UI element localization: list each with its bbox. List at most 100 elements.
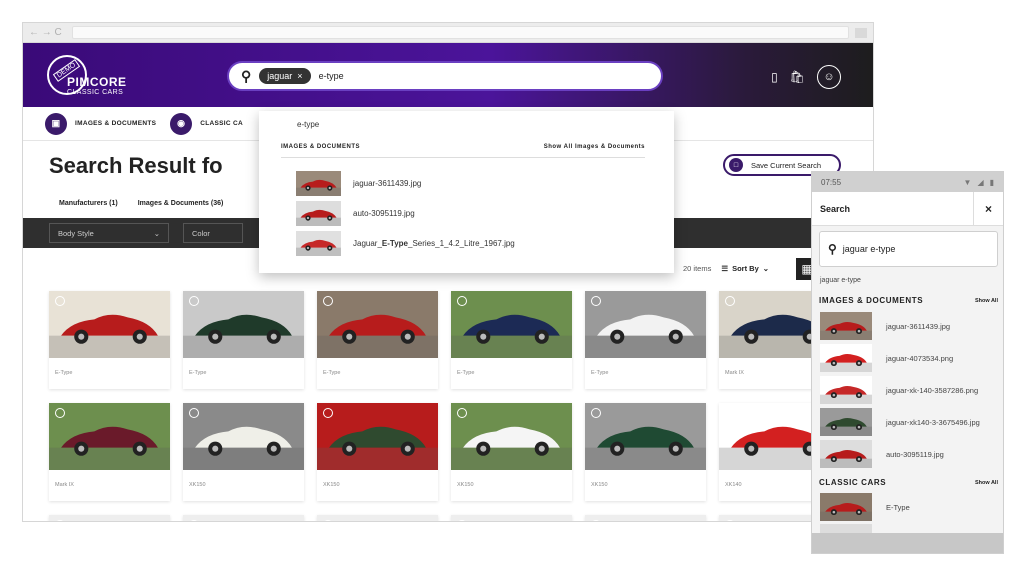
show-all-images-link[interactable]: Show All Images & Documents xyxy=(544,144,645,150)
mobile-result-item[interactable]: E-Type xyxy=(820,493,910,521)
search-chip-label: jaguar xyxy=(267,71,293,81)
select-checkbox[interactable] xyxy=(55,408,65,418)
select-checkbox[interactable] xyxy=(457,296,467,306)
body-style-select[interactable]: Body Style ⌄ xyxy=(49,223,169,243)
pimcore-logo[interactable]: DEMO PIMCORE CLASSIC CARS xyxy=(47,55,126,96)
close-icon[interactable]: × xyxy=(973,191,1003,226)
user-icon[interactable]: ☺ xyxy=(817,65,841,89)
mobile-result-item[interactable]: jaguar-3611439.jpg xyxy=(820,312,950,340)
result-thumbnail xyxy=(296,231,341,256)
result-card-image xyxy=(585,515,706,521)
compare-icon[interactable]: ▯ xyxy=(771,70,778,84)
result-card[interactable] xyxy=(451,515,572,521)
result-card[interactable] xyxy=(49,515,170,521)
result-card[interactable]: E-Type xyxy=(451,291,572,389)
filter-label: Color xyxy=(192,228,210,238)
color-select[interactable]: Color xyxy=(183,223,243,243)
status-icons: ▼ ◢ ▮ xyxy=(964,178,994,187)
category-classic-cars[interactable]: ◉ CLASSIC CA xyxy=(170,112,243,135)
result-name: jaguar-xk140-3-3675496.jpg xyxy=(886,417,980,427)
result-card[interactable]: XK150 xyxy=(585,403,706,501)
mobile-result-item[interactable]: jaguar-4073534.png xyxy=(820,344,953,372)
save-search-label: Save Current Search xyxy=(751,160,822,170)
result-card[interactable] xyxy=(317,515,438,521)
result-card-label: E-Type xyxy=(55,370,73,376)
section-title: IMAGES & DOCUMENTS xyxy=(819,296,924,305)
select-checkbox[interactable] xyxy=(457,408,467,418)
select-checkbox[interactable] xyxy=(725,408,735,418)
result-card[interactable]: XK150 xyxy=(451,403,572,501)
mobile-search-input[interactable]: ⚲ jaguar e-type xyxy=(819,231,998,267)
result-name: jaguar-xk-140-3587286.png xyxy=(886,385,979,395)
category-images-documents[interactable]: ▣ IMAGES & DOCUMENTS xyxy=(45,112,156,135)
mobile-result-item[interactable]: auto-3095119.jpg xyxy=(820,440,944,468)
address-bar[interactable] xyxy=(71,26,849,39)
battery-icon: ▮ xyxy=(989,177,994,187)
result-card[interactable] xyxy=(585,515,706,521)
select-checkbox[interactable] xyxy=(323,408,333,418)
result-card[interactable]: E-Type xyxy=(317,291,438,389)
result-card-label: E-Type xyxy=(323,370,341,376)
result-card-image xyxy=(451,291,572,358)
select-checkbox[interactable] xyxy=(591,408,601,418)
result-name-highlight: E-Type xyxy=(381,239,408,248)
result-name: Jaguar_E-Type_Series_1_4.2_Litre_1967.jp… xyxy=(353,239,515,248)
car-photo xyxy=(296,231,341,256)
phone-time: 07:55 xyxy=(821,177,842,187)
search-input[interactable]: ⚲ jaguar × e-type xyxy=(227,61,663,91)
select-checkbox[interactable] xyxy=(725,296,735,306)
result-card-image xyxy=(183,403,304,470)
result-name-prefix: Jaguar_ xyxy=(353,239,382,248)
phone-nav-bar xyxy=(812,533,1003,553)
show-all-images-link[interactable]: Show All xyxy=(975,298,998,304)
car-photo xyxy=(451,291,572,358)
select-checkbox[interactable] xyxy=(189,296,199,306)
result-card-label: Mark IX xyxy=(725,370,744,376)
sort-by-button[interactable]: ☰ Sort By ⌄ xyxy=(721,264,769,273)
result-card-label: Mark IX xyxy=(55,482,74,488)
car-photo xyxy=(49,515,170,521)
result-card[interactable]: E-Type xyxy=(585,291,706,389)
select-checkbox[interactable] xyxy=(323,296,333,306)
result-card[interactable]: XK150 xyxy=(183,403,304,501)
mobile-search-suggestion[interactable]: jaguar e-type xyxy=(820,277,861,284)
result-card[interactable]: Mark IX xyxy=(49,403,170,501)
car-photo xyxy=(451,403,572,470)
select-checkbox[interactable] xyxy=(55,296,65,306)
search-chip[interactable]: jaguar × xyxy=(259,68,311,84)
search-dropdown: e-type IMAGES & DOCUMENTS Show All Image… xyxy=(259,111,674,273)
result-card[interactable]: XK150 xyxy=(317,403,438,501)
wifi-icon: ▼ xyxy=(963,177,972,187)
tab-manufacturers[interactable]: Manufacturers (1) xyxy=(59,200,118,207)
result-card[interactable]: E-Type xyxy=(49,291,170,389)
tab-images-documents[interactable]: Images & Documents (36) xyxy=(138,200,224,207)
result-card-image xyxy=(585,291,706,358)
search-query[interactable]: e-type xyxy=(319,71,344,81)
mobile-result-item[interactable]: jaguar-xk-140-3587286.png xyxy=(820,376,978,404)
chip-remove-icon[interactable]: × xyxy=(297,71,302,81)
result-card-label: E-Type xyxy=(457,370,475,376)
car-photo xyxy=(49,291,170,358)
browser-menu-icon[interactable] xyxy=(855,27,867,38)
car-photo xyxy=(183,403,304,470)
select-checkbox[interactable] xyxy=(591,296,601,306)
dropdown-result-item[interactable]: Jaguar_E-Type_Series_1_4.2_Litre_1967.jp… xyxy=(296,231,515,256)
car-photo xyxy=(585,515,706,521)
chevron-down-icon: ⌄ xyxy=(762,264,770,273)
browser-nav-buttons[interactable]: ← → C xyxy=(29,27,62,38)
shopping-bag-icon[interactable]: 🛍 xyxy=(790,70,805,84)
car-photo xyxy=(451,515,572,521)
result-thumbnail xyxy=(820,440,872,468)
result-card-image xyxy=(585,403,706,470)
select-checkbox[interactable] xyxy=(189,408,199,418)
mobile-result-item[interactable]: jaguar-xk140-3-3675496.jpg xyxy=(820,408,980,436)
result-card-image xyxy=(183,515,304,521)
mobile-section-cars: CLASSIC CARS Show All xyxy=(819,478,998,487)
search-suggestion[interactable]: e-type xyxy=(297,120,319,129)
result-card[interactable]: E-Type xyxy=(183,291,304,389)
result-card[interactable] xyxy=(183,515,304,521)
dropdown-result-item[interactable]: jaguar-3611439.jpg xyxy=(296,171,421,196)
dropdown-result-item[interactable]: auto-3095119.jpg xyxy=(296,201,415,226)
show-all-cars-link[interactable]: Show All xyxy=(975,480,998,486)
chevron-down-icon: ⌄ xyxy=(153,228,160,238)
